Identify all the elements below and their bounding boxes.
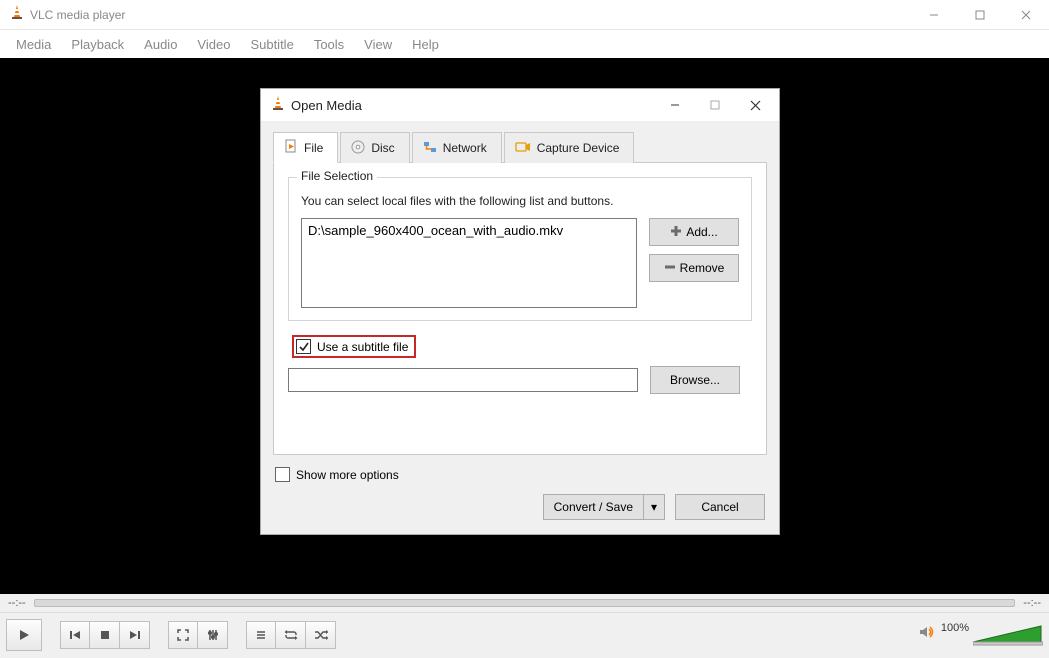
file-selection-hint: You can select local files with the foll… bbox=[301, 194, 739, 208]
shuffle-button[interactable] bbox=[306, 621, 336, 649]
play-button[interactable] bbox=[6, 619, 42, 651]
stop-button[interactable] bbox=[90, 621, 120, 649]
subtitle-path-input[interactable] bbox=[288, 368, 638, 392]
minus-icon bbox=[664, 261, 676, 276]
main-close-button[interactable] bbox=[1003, 0, 1049, 30]
network-icon bbox=[423, 140, 437, 157]
capture-device-icon bbox=[515, 140, 531, 157]
menu-tools[interactable]: Tools bbox=[304, 33, 354, 56]
file-list[interactable]: D:\sample_960x400_ocean_with_audio.mkv bbox=[301, 218, 637, 308]
open-media-dialog: Open Media File Disc Network bbox=[260, 88, 780, 535]
seek-slider[interactable] bbox=[34, 599, 1016, 607]
menu-view[interactable]: View bbox=[354, 33, 402, 56]
menu-help[interactable]: Help bbox=[402, 33, 449, 56]
playlist-button[interactable] bbox=[246, 621, 276, 649]
menu-audio[interactable]: Audio bbox=[134, 33, 187, 56]
tab-disc-label: Disc bbox=[371, 141, 394, 155]
dialog-titlebar[interactable]: Open Media bbox=[261, 89, 779, 121]
show-more-options-label: Show more options bbox=[296, 468, 399, 482]
menu-playback[interactable]: Playback bbox=[61, 33, 134, 56]
vlc-cone-icon bbox=[271, 95, 285, 116]
file-selection-legend: File Selection bbox=[297, 169, 377, 183]
use-subtitle-label: Use a subtitle file bbox=[317, 340, 408, 354]
volume-slider[interactable] bbox=[973, 624, 1043, 646]
tab-file-label: File bbox=[304, 141, 323, 155]
menu-subtitle[interactable]: Subtitle bbox=[240, 33, 303, 56]
main-menubar: Media Playback Audio Video Subtitle Tool… bbox=[0, 30, 1049, 58]
bottom-controls: --:-- --:-- 100% bbox=[0, 594, 1049, 656]
browse-subtitle-button[interactable]: Browse... bbox=[650, 366, 740, 394]
remove-file-label: Remove bbox=[680, 261, 725, 275]
menu-video[interactable]: Video bbox=[187, 33, 240, 56]
disc-icon bbox=[351, 140, 365, 157]
convert-save-dropdown[interactable]: ▾ bbox=[644, 494, 665, 520]
cancel-button[interactable]: Cancel bbox=[675, 494, 765, 520]
add-file-label: Add... bbox=[686, 225, 717, 239]
remove-file-button[interactable]: Remove bbox=[649, 254, 739, 282]
fullscreen-button[interactable] bbox=[168, 621, 198, 649]
previous-button[interactable] bbox=[60, 621, 90, 649]
tab-capture-label: Capture Device bbox=[537, 141, 620, 155]
menu-media[interactable]: Media bbox=[6, 33, 61, 56]
cancel-label: Cancel bbox=[701, 500, 738, 514]
vlc-cone-icon bbox=[10, 4, 24, 25]
tab-file[interactable]: File bbox=[273, 132, 338, 163]
dialog-tabs: File Disc Network Capture Device bbox=[273, 131, 767, 163]
speaker-icon[interactable] bbox=[919, 625, 935, 644]
use-subtitle-checkbox[interactable] bbox=[296, 339, 311, 354]
time-total: --:-- bbox=[1023, 597, 1041, 609]
video-area: Open Media File Disc Network bbox=[0, 58, 1049, 594]
plus-icon bbox=[670, 225, 682, 240]
convert-save-button[interactable]: Convert / Save bbox=[543, 494, 644, 520]
browse-subtitle-label: Browse... bbox=[670, 373, 720, 387]
file-list-item[interactable]: D:\sample_960x400_ocean_with_audio.mkv bbox=[308, 223, 630, 238]
main-maximize-button[interactable] bbox=[957, 0, 1003, 30]
convert-save-splitbutton[interactable]: Convert / Save ▾ bbox=[543, 494, 665, 520]
convert-save-label: Convert / Save bbox=[554, 500, 633, 514]
dialog-minimize-button[interactable] bbox=[655, 91, 695, 119]
file-selection-group: File Selection You can select local file… bbox=[288, 177, 752, 321]
main-minimize-button[interactable] bbox=[911, 0, 957, 30]
dialog-title: Open Media bbox=[291, 98, 362, 113]
file-icon bbox=[284, 139, 298, 156]
dialog-close-button[interactable] bbox=[735, 91, 775, 119]
loop-button[interactable] bbox=[276, 621, 306, 649]
add-file-button[interactable]: Add... bbox=[649, 218, 739, 246]
volume-percent: 100% bbox=[941, 622, 969, 634]
next-button[interactable] bbox=[120, 621, 150, 649]
tab-file-body: File Selection You can select local file… bbox=[273, 163, 767, 455]
time-elapsed: --:-- bbox=[8, 597, 26, 609]
show-more-options-checkbox[interactable] bbox=[275, 467, 290, 482]
main-window-titlebar: VLC media player bbox=[0, 0, 1049, 30]
tab-capture[interactable]: Capture Device bbox=[504, 132, 635, 163]
app-title: VLC media player bbox=[30, 8, 125, 22]
tab-disc[interactable]: Disc bbox=[340, 132, 409, 163]
dialog-maximize-button[interactable] bbox=[695, 91, 735, 119]
chevron-down-icon: ▾ bbox=[651, 500, 657, 514]
use-subtitle-checkbox-highlight: Use a subtitle file bbox=[292, 335, 416, 358]
tab-network-label: Network bbox=[443, 141, 487, 155]
tab-network[interactable]: Network bbox=[412, 132, 502, 163]
extended-settings-button[interactable] bbox=[198, 621, 228, 649]
